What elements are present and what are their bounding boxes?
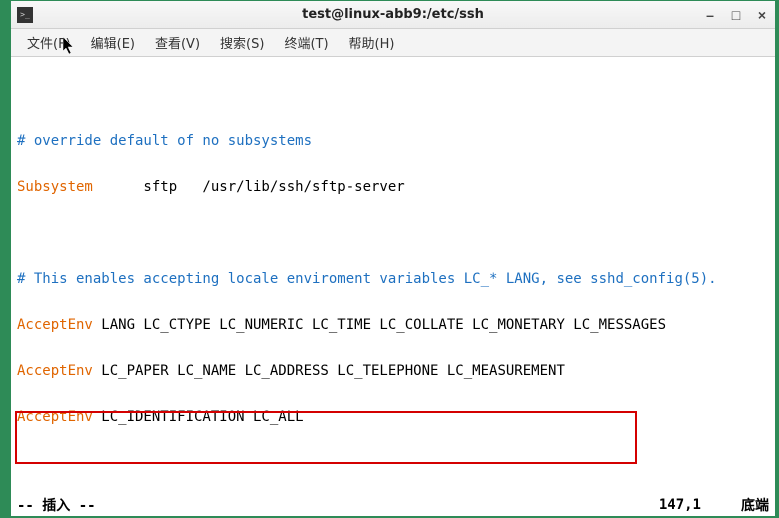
text: LC_IDENTIFICATION LC_ALL xyxy=(93,409,304,425)
text-line xyxy=(17,84,769,107)
text-line: AcceptEnv LC_PAPER LC_NAME LC_ADDRESS LC… xyxy=(17,360,769,383)
vim-mode: -- 插入 -- xyxy=(17,495,96,515)
text-line: # override default of no subsystems xyxy=(17,130,769,153)
text: sftp /usr/lib/ssh/sftp-server xyxy=(93,179,405,195)
vim-scroll: 底端 xyxy=(741,495,769,515)
comment: # This enables accepting locale envirome… xyxy=(17,271,717,287)
titlebar: test@linux-abb9:/etc/ssh – □ × xyxy=(11,1,775,29)
vim-position: 147,1 xyxy=(659,497,701,513)
keyword: AcceptEnv xyxy=(17,317,93,333)
menu-help[interactable]: 帮助(H) xyxy=(339,29,405,56)
close-button[interactable]: × xyxy=(755,8,769,22)
terminal-window: test@linux-abb9:/etc/ssh – □ × 文件(F) 编辑(… xyxy=(11,1,775,516)
keyword: Subsystem xyxy=(17,179,93,195)
maximize-button[interactable]: □ xyxy=(729,8,743,22)
text-line: AcceptEnv LC_IDENTIFICATION LC_ALL xyxy=(17,406,769,429)
text-line: AcceptEnv LANG LC_CTYPE LC_NUMERIC LC_TI… xyxy=(17,314,769,337)
menu-file[interactable]: 文件(F) xyxy=(17,29,81,56)
text-line: Subsystem sftp /usr/lib/ssh/sftp-server xyxy=(17,176,769,199)
text-line xyxy=(17,222,769,245)
text: LC_PAPER LC_NAME LC_ADDRESS LC_TELEPHONE… xyxy=(93,363,565,379)
menu-edit[interactable]: 编辑(E) xyxy=(81,29,145,56)
keyword: AcceptEnv xyxy=(17,409,93,425)
window-title: test@linux-abb9:/etc/ssh xyxy=(302,7,484,22)
app-icon xyxy=(17,7,33,23)
keyword: AcceptEnv xyxy=(17,363,93,379)
window-controls: – □ × xyxy=(703,8,769,22)
menu-search[interactable]: 搜索(S) xyxy=(210,29,274,56)
menu-terminal[interactable]: 终端(T) xyxy=(274,29,338,56)
menu-view[interactable]: 查看(V) xyxy=(145,29,210,56)
text-line: # This enables accepting locale envirome… xyxy=(17,268,769,291)
comment: # override default of no subsystems xyxy=(17,133,312,149)
menubar: 文件(F) 编辑(E) 查看(V) 搜索(S) 终端(T) 帮助(H) xyxy=(11,29,775,57)
terminal-content[interactable]: # override default of no subsystems Subs… xyxy=(11,57,775,496)
minimize-button[interactable]: – xyxy=(703,8,717,22)
vim-statusbar: -- 插入 -- 147,1 底端 xyxy=(11,496,775,516)
text-line xyxy=(17,452,769,475)
text: LANG LC_CTYPE LC_NUMERIC LC_TIME LC_COLL… xyxy=(93,317,666,333)
